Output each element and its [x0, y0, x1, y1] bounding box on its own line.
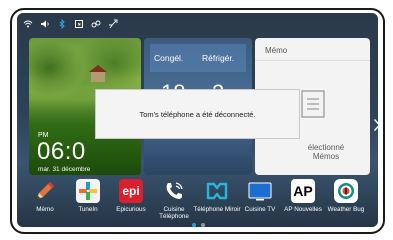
- app-tunein[interactable]: TuneIn: [68, 179, 108, 225]
- app-epicurious[interactable]: epi Epicurious: [111, 179, 151, 225]
- clock-time: 06:0: [37, 138, 86, 165]
- epicurious-icon: epi: [119, 179, 143, 203]
- clock-date: mar. 31 décembre: [38, 166, 91, 173]
- app-label: Weather Bug: [327, 206, 365, 213]
- weatherbug-icon: [334, 179, 358, 203]
- memo-hint-line1: électionné: [307, 143, 345, 152]
- app-cuisine-tv[interactable]: Cuisine TV: [240, 179, 280, 225]
- wifi-icon: [23, 19, 33, 29]
- pager-dot-active[interactable]: [192, 223, 196, 227]
- app-dock: Mémo TuneIn epi Epicurious Cuisine Télép…: [17, 179, 378, 225]
- toast-notification: Tom's téléphone a été déconnecté.: [95, 89, 300, 139]
- volume-icon: [40, 19, 50, 29]
- fridge-label: Réfrigér.: [202, 53, 235, 63]
- app-weather-bug[interactable]: Weather Bug: [326, 179, 366, 225]
- memo-divider: [255, 60, 370, 61]
- background-house: [89, 65, 107, 82]
- app-memo[interactable]: Mémo: [25, 179, 65, 225]
- freezer-label: Congél.: [154, 53, 184, 63]
- epicurious-logo-text: epi: [122, 184, 140, 198]
- ap-news-icon: AP: [291, 179, 315, 203]
- cast-icon: [74, 19, 84, 29]
- memo-hint-line2: Mémos: [312, 152, 340, 161]
- app-telephone-miroir[interactable]: Téléphone Miroir: [193, 179, 241, 225]
- app-cuisine-telephone[interactable]: Cuisine Téléphone: [154, 179, 194, 225]
- ap-logo-text: AP: [293, 183, 313, 199]
- phone-icon: [162, 179, 186, 203]
- tunein-icon: [76, 179, 100, 203]
- wrench-icon: [108, 19, 118, 29]
- chevron-right-icon[interactable]: [373, 118, 378, 132]
- bluetooth-icon: [57, 19, 67, 29]
- mirror-icon: [205, 179, 229, 203]
- memo-document-icon: [301, 90, 325, 118]
- memo-hint: électionné Mémos: [285, 143, 367, 161]
- tv-icon: [248, 179, 272, 203]
- app-ap-nouvelles[interactable]: AP AP Nouvelles: [283, 179, 323, 225]
- home-screen: PM 06:0 mar. 31 décembre Congél. Réfrigé…: [17, 13, 378, 227]
- pager-dot[interactable]: [201, 223, 205, 227]
- memo-title: Mémo: [265, 46, 288, 55]
- status-bar: [23, 18, 118, 30]
- toast-message: Tom's téléphone a été déconnecté.: [139, 109, 256, 119]
- link-icon: [91, 19, 101, 29]
- pencil-icon: [33, 179, 57, 203]
